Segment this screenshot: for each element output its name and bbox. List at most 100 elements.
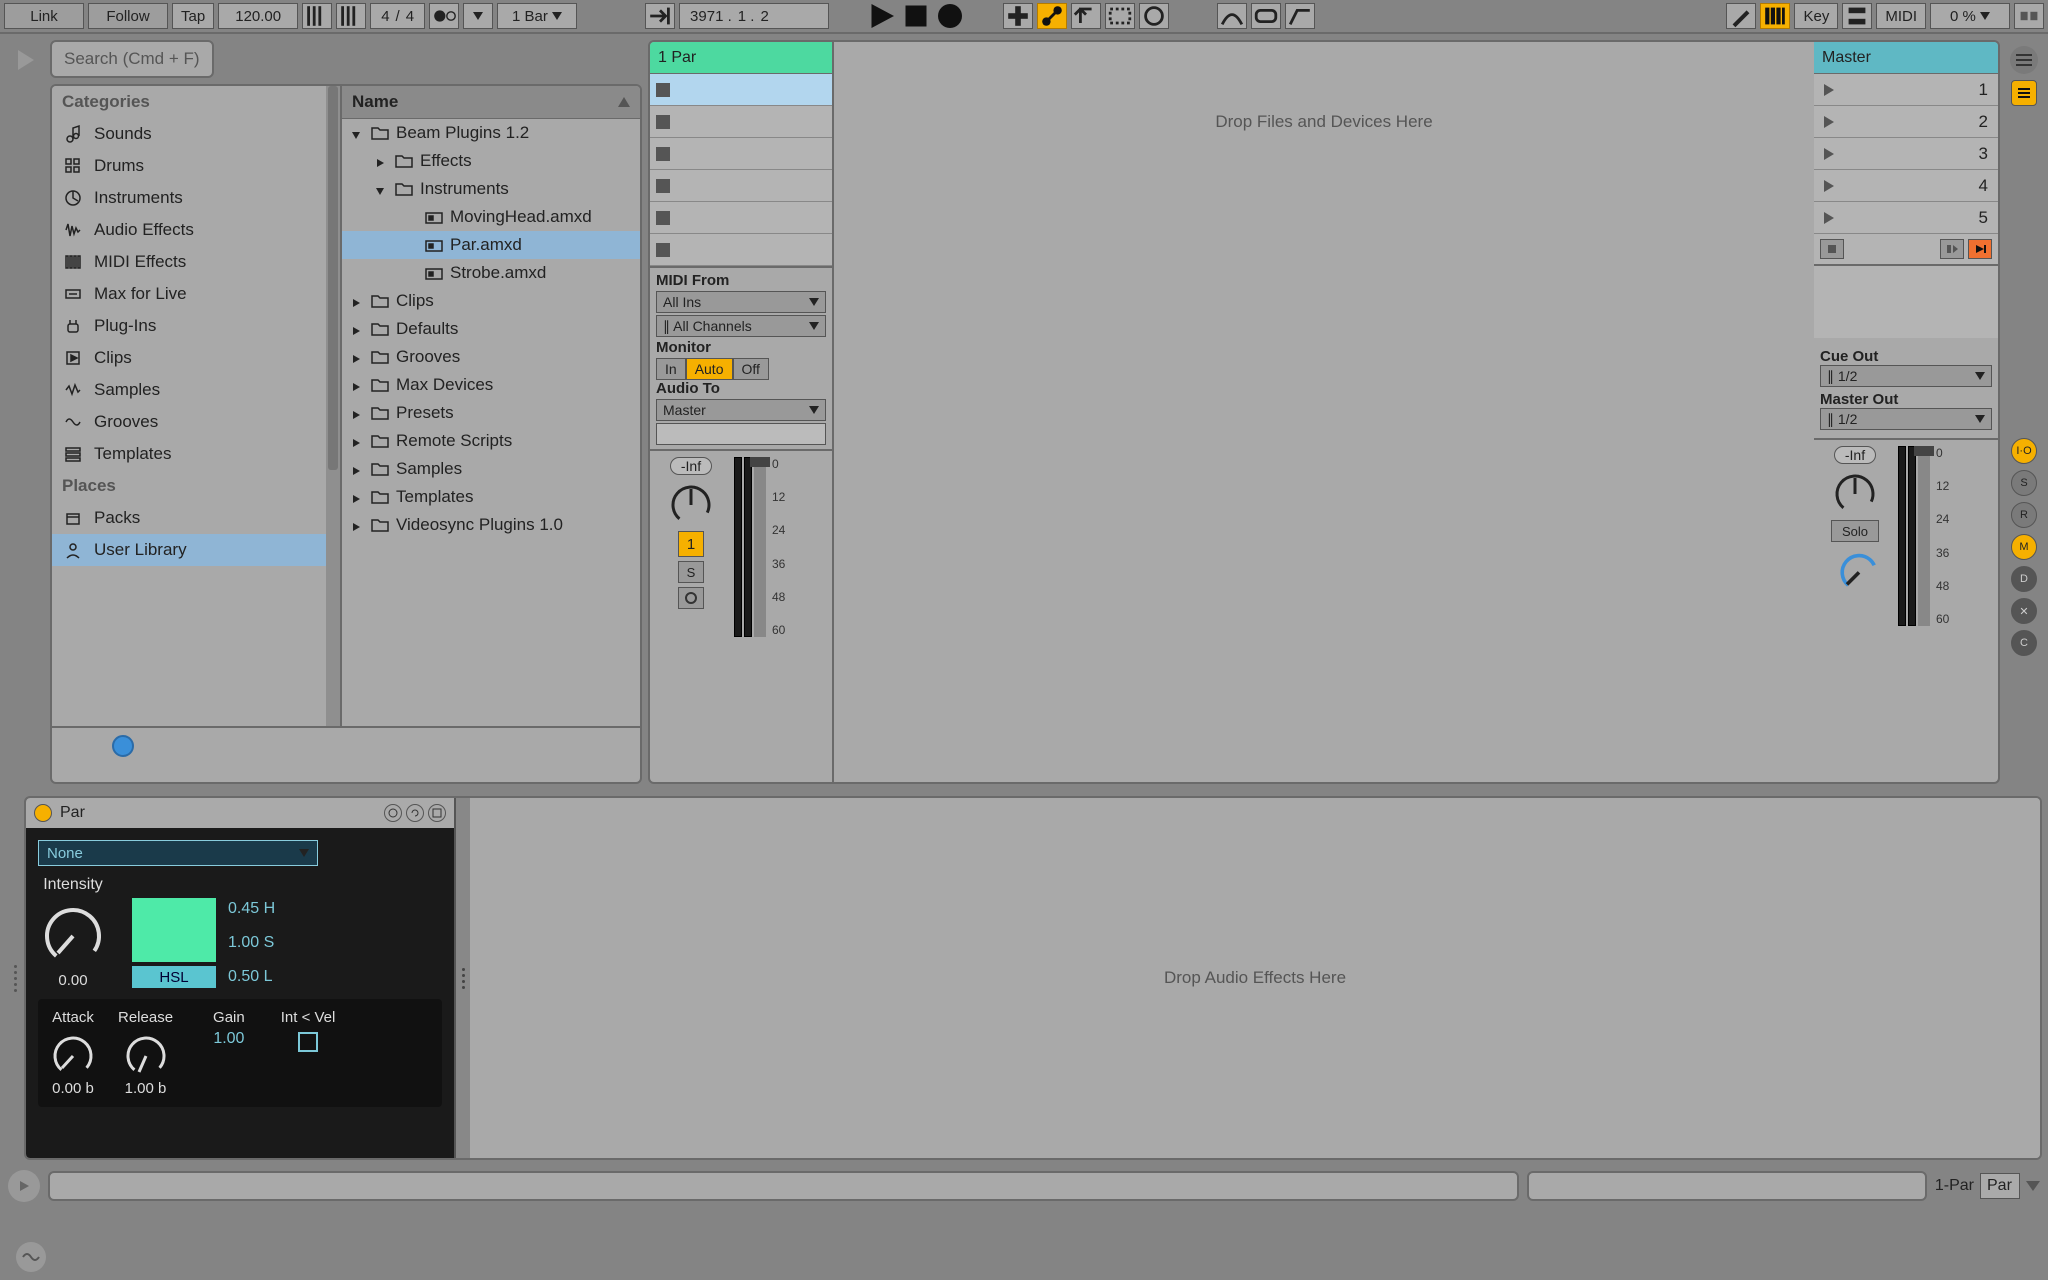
browser-collapse-icon[interactable] (6, 40, 46, 78)
cat-audio-effects[interactable]: Audio Effects (52, 214, 340, 246)
tree-templates[interactable]: Templates (342, 483, 640, 511)
tree-remotescripts[interactable]: Remote Scripts (342, 427, 640, 455)
reattach-icon[interactable] (1071, 3, 1101, 29)
attack-knob[interactable] (48, 1028, 98, 1078)
stop-all-button[interactable] (1820, 239, 1844, 259)
punch-in-icon[interactable] (645, 3, 675, 29)
monitor-off[interactable]: Off (733, 358, 769, 380)
pan-knob[interactable] (667, 479, 715, 527)
quantize-menu[interactable]: 1 Bar (497, 3, 577, 29)
rail-s-button[interactable]: S (2011, 470, 2037, 496)
rail-x-button[interactable]: ✕ (2011, 598, 2037, 624)
back-to-arrangement-icon[interactable] (1940, 239, 1964, 259)
cat-max-for-live[interactable]: Max for Live (52, 278, 340, 310)
status-go-icon[interactable] (8, 1170, 40, 1202)
rail-d-button[interactable]: D (2011, 566, 2037, 592)
scene-1[interactable]: 1 (1814, 74, 1998, 106)
attack-value[interactable]: 0.00 b (52, 1080, 94, 1097)
rail-io-button[interactable]: I·O (2011, 438, 2037, 464)
device-hotswap-icon[interactable] (406, 804, 424, 822)
cat-templates[interactable]: Templates (52, 438, 340, 470)
metronome-b-icon[interactable] (336, 3, 366, 29)
master-pan-knob[interactable] (1831, 468, 1879, 516)
master-fader[interactable] (1918, 446, 1930, 626)
chevron-down-icon[interactable] (2026, 1181, 2040, 1191)
tree-videosync[interactable]: Videosync Plugins 1.0 (342, 511, 640, 539)
stop-button[interactable] (901, 3, 931, 29)
midi-from-dropdown[interactable]: All Ins (656, 291, 826, 313)
tree-movinghead[interactable]: MovingHead.amxd (342, 203, 640, 231)
time-signature[interactable]: 4/4 (370, 3, 425, 29)
clip-slot-4[interactable] (650, 170, 832, 202)
gain-value[interactable]: 1.00 (213, 1030, 244, 1048)
midi-map-button[interactable]: MIDI (1876, 3, 1926, 29)
cat-sounds[interactable]: Sounds (52, 118, 340, 150)
song-position[interactable]: 3971 .1 .2 (679, 3, 829, 29)
device-save-icon[interactable] (428, 804, 446, 822)
link-button[interactable]: Link (4, 3, 84, 29)
cue-volume-knob[interactable] (1835, 546, 1875, 586)
search-input[interactable]: Search (Cmd + F) (50, 40, 214, 78)
arm-button[interactable] (678, 587, 704, 609)
place-packs[interactable]: Packs (52, 502, 340, 534)
metronome-a-icon[interactable] (302, 3, 332, 29)
overdub-button[interactable] (1003, 3, 1033, 29)
cat-plugins[interactable]: Plug-Ins (52, 310, 340, 342)
key-map-menu-icon[interactable] (1842, 3, 1872, 29)
device-preset-dropdown[interactable]: None (38, 840, 318, 866)
audio-to-channel[interactable] (656, 423, 826, 445)
hue-value[interactable]: 0.45 H (228, 900, 275, 918)
clip-slot-2[interactable] (650, 106, 832, 138)
record-button[interactable] (935, 3, 965, 29)
envelope-b-icon[interactable] (1285, 3, 1315, 29)
tap-button[interactable]: Tap (172, 3, 214, 29)
solo-button[interactable]: S (678, 561, 704, 583)
browser-scrollbar[interactable] (326, 86, 340, 726)
metronome-menu[interactable] (463, 3, 493, 29)
follow-button[interactable]: Follow (88, 3, 168, 29)
tempo-field[interactable]: 120.00 (218, 3, 298, 29)
tree-defaults[interactable]: Defaults (342, 315, 640, 343)
tree-par[interactable]: Par.amxd (342, 231, 640, 259)
midi-channel-dropdown[interactable]: ∥ All Channels (656, 315, 826, 337)
cat-drums[interactable]: Drums (52, 150, 340, 182)
device-title-bar[interactable]: Par (26, 798, 454, 828)
hamburger-icon[interactable] (2010, 46, 2038, 74)
scene-launch-icon[interactable] (1968, 239, 1992, 259)
name-column-header[interactable]: Name (342, 86, 640, 119)
loop-icon[interactable] (1251, 3, 1281, 29)
scene-4[interactable]: 4 (1814, 170, 1998, 202)
tree-samples[interactable]: Samples (342, 455, 640, 483)
scene-5[interactable]: 5 (1814, 202, 1998, 234)
master-volume-value[interactable]: -Inf (1834, 446, 1876, 464)
release-value[interactable]: 1.00 b (125, 1080, 167, 1097)
place-user-library[interactable]: User Library (52, 534, 340, 566)
tree-root[interactable]: Beam Plugins 1.2 (342, 119, 640, 147)
pencil-icon[interactable] (1726, 3, 1756, 29)
rail-r-button[interactable]: R (2011, 502, 2037, 528)
drop-zone[interactable]: Drop Files and Devices Here (834, 42, 1814, 782)
fx-drop-zone[interactable]: Drop Audio Effects Here (470, 798, 2040, 1158)
tree-presets[interactable]: Presets (342, 399, 640, 427)
hsl-button[interactable]: HSL (132, 966, 216, 988)
volume-fader[interactable] (754, 457, 766, 637)
monitor-auto[interactable]: Auto (686, 358, 733, 380)
master-header[interactable]: Master (1814, 42, 1998, 74)
clip-slot-6[interactable] (650, 234, 832, 266)
cat-midi-effects[interactable]: MIDI Effects (52, 246, 340, 278)
session-record-icon[interactable] (1139, 3, 1169, 29)
cue-out-dropdown[interactable]: ∥ 1/2 (1820, 365, 1992, 387)
cat-samples[interactable]: Samples (52, 374, 340, 406)
tree-effects[interactable]: Effects (342, 147, 640, 175)
capture-icon[interactable] (1105, 3, 1135, 29)
play-button[interactable] (867, 3, 897, 29)
master-solo-button[interactable]: Solo (1831, 520, 1879, 542)
monitor-in[interactable]: In (656, 358, 686, 380)
metronome-toggle[interactable] (429, 3, 459, 29)
selected-clip-box[interactable]: Par (1980, 1173, 2020, 1199)
master-out-dropdown[interactable]: ∥ 1/2 (1820, 408, 1992, 430)
clip-slot-1[interactable] (650, 74, 832, 106)
tree-clips[interactable]: Clips (342, 287, 640, 315)
device-fold-icon[interactable] (384, 804, 402, 822)
tree-grooves[interactable]: Grooves (342, 343, 640, 371)
